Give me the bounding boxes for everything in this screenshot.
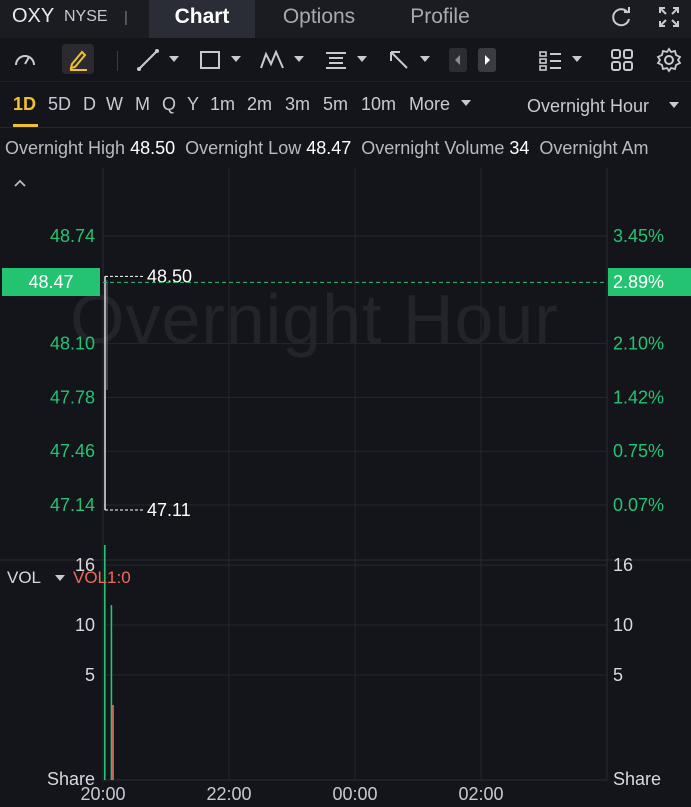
chevron-down-icon[interactable] — [461, 100, 471, 106]
stat-low-label: Overnight Low — [185, 138, 302, 158]
arrow-tool-icon[interactable] — [385, 46, 413, 74]
volume-bar — [110, 605, 113, 780]
volume-tick-right: 16 — [613, 555, 633, 575]
line-tool-icon[interactable] — [134, 46, 162, 74]
rectangle-tool-icon[interactable] — [196, 46, 224, 74]
x-tick-label: 02:00 — [458, 784, 503, 804]
collapse-icon[interactable] — [12, 176, 28, 190]
period-more[interactable]: More — [409, 94, 450, 115]
period-5m[interactable]: 5m — [323, 94, 348, 115]
grid-layout-icon[interactable] — [608, 46, 636, 74]
chart-canvas[interactable]: 20:00 22:00 00:00 02:0048.74 3.45%48.10 2.10%… — [0, 168, 691, 807]
tab-chart[interactable]: Chart — [149, 0, 255, 38]
stat-volume-value: 34 — [509, 138, 530, 158]
volume-tick-left: 10 — [75, 615, 95, 635]
annotation-label: 47.11 — [147, 500, 191, 520]
drawing-toolbar — [0, 38, 691, 82]
volume-tick-right: 5 — [613, 665, 623, 685]
stat-high-value: 48.50 — [130, 138, 176, 158]
volume-unit-left: Share — [47, 769, 95, 789]
y-tick-label-right: 2.10% — [613, 334, 664, 354]
chevron-down-icon[interactable] — [420, 56, 430, 62]
y-tick-label-right: 1.42% — [613, 387, 664, 407]
period-1d[interactable]: 1D — [13, 94, 36, 115]
period-y[interactable]: Y — [187, 94, 199, 115]
period-10m[interactable]: 10m — [361, 94, 396, 115]
prev-icon — [455, 55, 460, 65]
tab-profile[interactable]: Profile — [384, 0, 496, 38]
volume-label[interactable]: VOL — [7, 568, 41, 588]
period-selector: 1D 5D D W M Q Y 1m 2m 3m 5m 10m More Ove… — [0, 82, 691, 128]
next-button[interactable] — [478, 48, 496, 72]
y-tick-label-left: 48.10 — [50, 334, 95, 354]
y-tick-label-left: 47.78 — [50, 387, 95, 407]
speedometer-icon[interactable] — [11, 46, 39, 74]
chevron-down-icon[interactable] — [357, 56, 367, 62]
annotation-label: 48.50 — [147, 266, 192, 286]
period-1m[interactable]: 1m — [210, 94, 235, 115]
stat-low-value: 48.47 — [306, 138, 352, 158]
y-tick-label-right: 3.45% — [613, 226, 664, 246]
stat-volume-label: Overnight Volume — [361, 138, 505, 158]
exchange-name: NYSE — [64, 8, 108, 25]
tab-options[interactable]: Options — [258, 0, 380, 38]
settings-icon[interactable] — [655, 46, 683, 74]
chart-area[interactable]: Overnight Hour 20:00 22:00 00:00 02:00 48.74… — [0, 168, 691, 807]
volume-tick-right: 10 — [613, 615, 633, 635]
chevron-down-icon[interactable] — [294, 56, 304, 62]
fullscreen-icon[interactable] — [656, 4, 682, 30]
header-separator: | — [124, 9, 128, 26]
stat-amount-label: Overnight Am — [539, 138, 649, 158]
period-q[interactable]: Q — [162, 94, 176, 115]
x-tick-label: 00:00 — [332, 784, 377, 804]
volume-bar — [112, 705, 114, 780]
draw-pencil-icon[interactable] — [62, 44, 94, 74]
next-icon — [485, 55, 490, 65]
period-w[interactable]: W — [106, 94, 123, 115]
indicator-list-icon[interactable] — [537, 46, 565, 74]
text-tool-icon[interactable] — [322, 46, 350, 74]
refresh-icon[interactable] — [608, 4, 634, 30]
chevron-down-icon[interactable] — [669, 102, 679, 108]
stat-high-label: Overnight High — [5, 138, 126, 158]
session-selector[interactable]: Overnight Hour — [527, 96, 649, 117]
chevron-down-icon[interactable] — [169, 56, 179, 62]
period-3m[interactable]: 3m — [285, 94, 310, 115]
period-5d[interactable]: 5D — [48, 94, 71, 115]
y-tick-label-left: 47.14 — [50, 495, 95, 515]
ticker-symbol: OXY — [12, 5, 55, 27]
prev-button[interactable] — [449, 48, 467, 72]
chevron-down-icon[interactable] — [572, 56, 582, 62]
volume-tick-left: 5 — [85, 665, 95, 685]
chevron-down-icon[interactable] — [55, 575, 65, 581]
overnight-stats: Overnight High 48.50 Overnight Low 48.47… — [0, 128, 691, 168]
volume-unit-right: Share — [613, 769, 661, 789]
active-period-indicator — [13, 124, 38, 127]
volume-indicator-value: VOL1:0 — [73, 568, 131, 587]
y-tick-label-left: 47.46 — [50, 441, 95, 461]
period-d[interactable]: D — [83, 94, 96, 115]
period-2m[interactable]: 2m — [247, 94, 272, 115]
current-pct-badge: 2.89% — [608, 268, 691, 297]
y-tick-label-right: 0.75% — [613, 441, 664, 461]
header-bar: OXY NYSE | Chart Options Profile — [0, 0, 691, 38]
x-tick-label: 22:00 — [206, 784, 251, 804]
pattern-tool-icon[interactable] — [258, 46, 286, 74]
current-price-badge: 48.47 — [2, 268, 100, 297]
y-tick-label-left: 48.74 — [50, 226, 95, 246]
period-m[interactable]: M — [135, 94, 150, 115]
chevron-down-icon[interactable] — [231, 56, 241, 62]
y-tick-label-right: 0.07% — [613, 495, 664, 515]
toolbar-divider — [117, 51, 118, 71]
